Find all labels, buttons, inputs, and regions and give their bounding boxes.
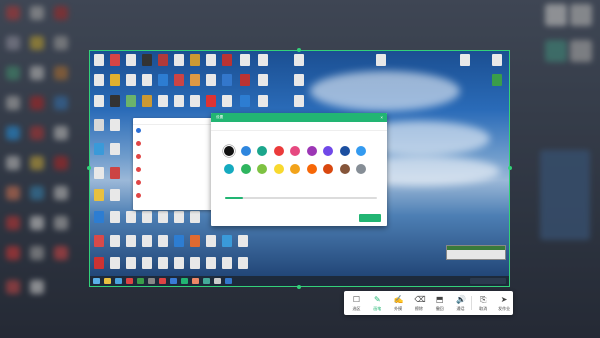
taskbar-app-icon[interactable]	[148, 278, 155, 284]
taskbar-app-icon[interactable]	[181, 278, 188, 284]
resize-handle-bottom[interactable]	[297, 285, 301, 289]
resize-handle-top[interactable]	[297, 48, 301, 52]
cancel-icon: ⎘	[480, 295, 487, 304]
settings-dialog: 设置 ×	[211, 113, 387, 226]
tool-label: 擦除	[414, 306, 423, 311]
list-item[interactable]	[136, 192, 212, 204]
list-item[interactable]	[136, 127, 212, 139]
speaker-icon: 🔊	[456, 295, 466, 304]
taskbar-app-icon[interactable]	[115, 278, 122, 284]
tool-label: 发作业	[498, 306, 511, 311]
tool-label: 选区	[352, 306, 361, 311]
file-error-icon	[136, 180, 141, 185]
taskbar-app-icon[interactable]	[159, 278, 166, 284]
color-swatch[interactable]	[257, 164, 267, 174]
color-swatch[interactable]	[339, 146, 350, 156]
pen-icon: ✎	[373, 295, 381, 304]
file-error-icon	[136, 167, 141, 172]
color-swatch[interactable]	[240, 146, 251, 156]
color-swatch[interactable]	[290, 164, 300, 174]
undo-tool[interactable]: ⬒ 撤回	[429, 291, 450, 315]
file-error-icon	[136, 141, 141, 146]
mini-window[interactable]	[446, 245, 506, 260]
call-tool[interactable]: 🔊 通话	[450, 291, 471, 315]
file-icon	[136, 128, 141, 133]
color-swatch[interactable]	[273, 146, 284, 156]
tool-label: 通话	[456, 306, 465, 311]
dialog-title-bar: 设置 ×	[211, 113, 387, 122]
send-homework-tool[interactable]: ➤ 发作业	[494, 291, 515, 315]
taskbar-app-icon[interactable]	[170, 278, 177, 284]
color-swatch[interactable]	[306, 146, 317, 156]
pen-tool[interactable]: ✎ 画笔	[367, 291, 388, 315]
tool-label: 外摸	[394, 306, 403, 311]
close-icon[interactable]: ×	[380, 115, 383, 120]
slider-fill	[225, 197, 244, 199]
taskbar-app-icon[interactable]	[192, 278, 199, 284]
annotation-toolbar: ☐ 选区 ✎ 画笔 ✍ 外摸 ⌫ 擦除 ⬒ 撤回 🔊 通话 ⎘ 取消 ➤ 发作业	[344, 291, 513, 315]
taskbar-app-icon[interactable]	[214, 278, 221, 284]
cancel-tool[interactable]: ⎘ 取消	[473, 291, 494, 315]
resize-handle-left[interactable]	[87, 166, 91, 170]
confirm-button[interactable]	[359, 214, 381, 222]
eraser-icon: ⌫	[414, 295, 426, 304]
list-item[interactable]	[136, 166, 212, 178]
file-error-icon	[136, 193, 141, 198]
color-swatch[interactable]	[224, 164, 234, 174]
file-panel-header	[133, 118, 215, 125]
color-swatch[interactable]	[356, 164, 366, 174]
file-transfer-panel	[133, 118, 215, 210]
pen-size-slider[interactable]	[225, 197, 377, 199]
tool-label: 取消	[479, 306, 488, 311]
color-swatch[interactable]	[290, 146, 300, 156]
tool-label: 撤回	[435, 306, 444, 311]
select-icon: ☐	[352, 295, 361, 304]
dialog-title: 设置	[216, 115, 224, 119]
undo-icon: ⬒	[435, 295, 444, 304]
list-item[interactable]	[136, 179, 212, 191]
send-icon: ➤	[500, 295, 508, 304]
taskbar-app-icon[interactable]	[137, 278, 144, 284]
list-item[interactable]	[136, 153, 212, 165]
mini-window-title	[447, 246, 505, 250]
handwrite-icon: ✍	[393, 295, 404, 304]
start-button[interactable]	[93, 278, 100, 284]
system-tray[interactable]	[470, 278, 506, 284]
taskbar-app-icon[interactable]	[225, 278, 232, 284]
file-error-icon	[136, 154, 141, 159]
taskbar-app-icon[interactable]	[126, 278, 133, 284]
handwrite-tool[interactable]: ✍ 外摸	[388, 291, 409, 315]
color-swatch[interactable]	[323, 146, 333, 156]
tab-divider	[211, 130, 387, 131]
eraser-tool[interactable]: ⌫ 擦除	[408, 291, 429, 315]
color-swatch[interactable]	[224, 146, 234, 156]
color-swatch[interactable]	[257, 146, 267, 156]
color-swatch[interactable]	[356, 146, 366, 156]
color-swatch[interactable]	[339, 164, 350, 174]
taskbar-app-icon[interactable]	[203, 278, 210, 284]
list-item[interactable]	[136, 140, 212, 152]
tool-label: 画笔	[373, 306, 382, 311]
taskbar-app-icon[interactable]	[104, 278, 111, 284]
resize-handle-right[interactable]	[508, 166, 512, 170]
color-swatch[interactable]	[240, 164, 251, 174]
color-swatch[interactable]	[273, 164, 284, 174]
select-tool[interactable]: ☐ 选区	[346, 291, 367, 315]
color-swatch[interactable]	[323, 164, 333, 174]
color-swatch[interactable]	[306, 164, 317, 174]
